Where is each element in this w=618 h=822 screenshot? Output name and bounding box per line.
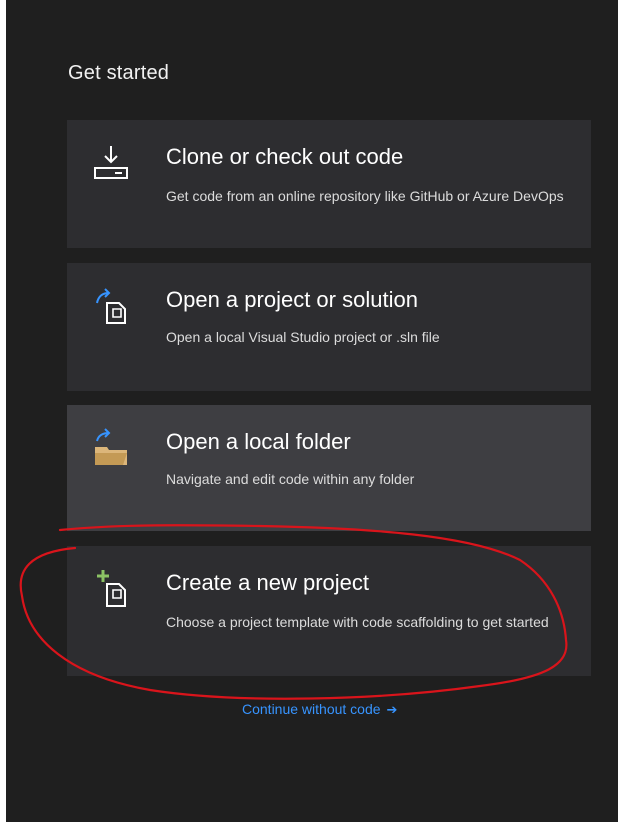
open-project-card-title: Open a project or solution	[166, 287, 418, 312]
continue-without-code-link[interactable]: Continue without code ➔	[242, 701, 397, 718]
create-project-card-title: Create a new project	[166, 570, 369, 595]
clone-card-title: Clone or check out code	[166, 144, 404, 169]
open-folder-icon	[93, 427, 129, 467]
open-folder-card-description: Navigate and edit code within any folder	[166, 471, 415, 487]
download-drive-icon	[93, 142, 129, 182]
arrow-right-icon: ➔	[386, 702, 398, 717]
new-project-icon	[93, 568, 129, 608]
open-folder-card-title: Open a local folder	[166, 429, 351, 454]
clone-repository-card[interactable]: Clone or check out code Get code from an…	[67, 120, 591, 248]
clone-card-description: Get code from an online repository like …	[166, 188, 564, 204]
get-started-heading: Get started	[68, 62, 170, 84]
continue-link-label: Continue without code	[242, 701, 381, 717]
open-folder-card[interactable]: Open a local folder Navigate and edit co…	[67, 405, 591, 531]
create-project-card-description: Choose a project template with code scaf…	[166, 614, 549, 630]
open-project-card-description: Open a local Visual Studio project or .s…	[166, 329, 440, 345]
start-window-panel: Get started Clone or check out code Get …	[6, 0, 618, 822]
open-project-icon	[93, 285, 129, 325]
open-project-card[interactable]: Open a project or solution Open a local …	[67, 263, 591, 391]
create-new-project-card[interactable]: Create a new project Choose a project te…	[67, 546, 591, 676]
